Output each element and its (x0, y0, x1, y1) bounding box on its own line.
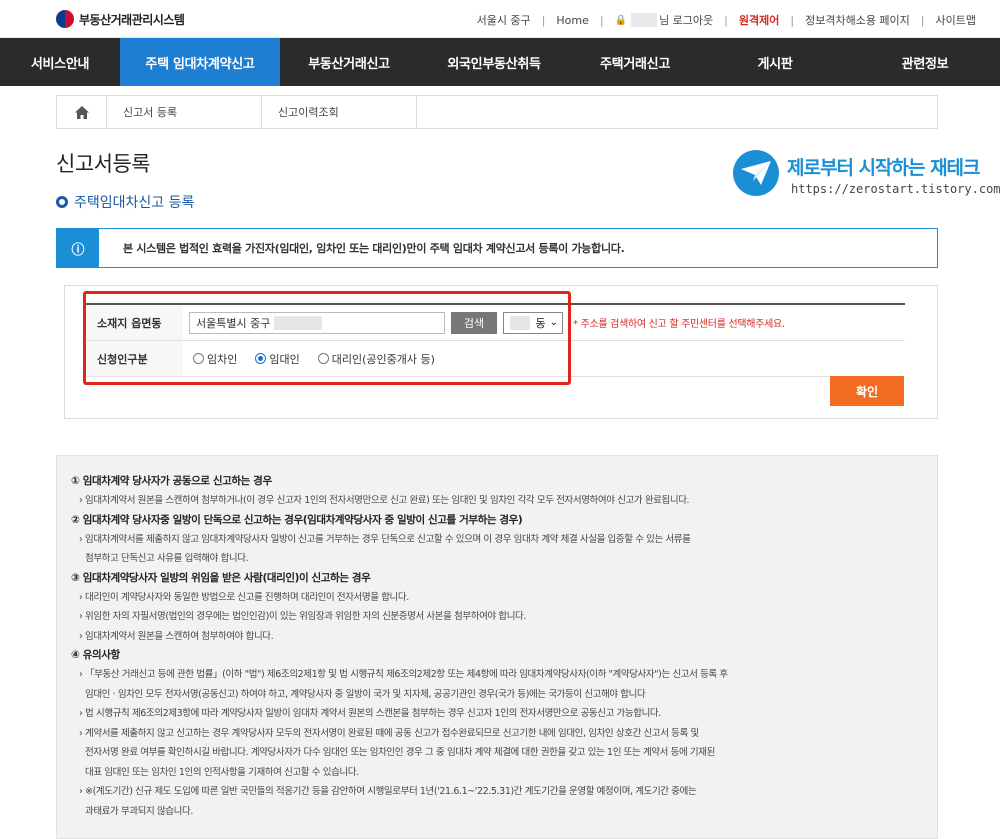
taegeuk-logo-icon (56, 10, 74, 28)
masked-username (631, 13, 658, 27)
nav-service-info[interactable]: 서비스안내 (0, 38, 120, 86)
remote-control-link[interactable]: 원격제어 (739, 12, 779, 28)
note-line: › ※(계도기간) 신규 제도 도입에 따른 일반 국민들의 적응기간 등을 감… (79, 786, 697, 797)
note-line: › 법 시행규칙 제6조의2제3항에 따라 계약당사자 일방이 임대차 계약서 … (79, 708, 661, 719)
site-logo[interactable]: 부동산거래관리시스템 (56, 10, 185, 28)
utility-menu: 서울시 중구 | Home | 🔒 님 로그아웃 | 원격제어 | 정보격차해소… (476, 12, 976, 28)
notice-banner: ⓘ 본 시스템은 법적인 효력을 가진자(임대인, 임차인 또는 대리인)만이 … (56, 228, 938, 268)
breadcrumb-tabs: 신고서 등록 신고이력조회 (56, 95, 938, 129)
watermark-url: https://zerostart.tistory.com/ (791, 182, 1000, 196)
notice-text: 본 시스템은 법적인 효력을 가진자(임대인, 임차인 또는 대리인)만이 주택… (123, 242, 625, 255)
section-title: 주택임대차신고 등록 (56, 192, 194, 212)
section-title-text: 주택임대차신고 등록 (74, 195, 195, 211)
lock-icon: 🔒 (614, 14, 628, 26)
note-line: › 「부동산 거래신고 등에 관한 법률」(이하 "법") 제6조의2제1항 및… (79, 669, 728, 680)
note-line: 전자서명 완료 여부를 확인하시길 바랍니다. 계약당사자가 다수 임대인 또는… (85, 747, 715, 758)
highlight-box (83, 291, 571, 385)
sitemap-link[interactable]: 사이트맵 (936, 12, 976, 28)
blog-watermark: 제로부터 시작하는 재테크 https://zerostart.tistory.… (733, 148, 1000, 204)
note-line: › 대리인이 계약당사자와 동일한 방법으로 신고를 진행하며 대리인이 전자서… (79, 591, 409, 603)
note-line: › 임대차계약서 원본을 스캔하여 첨부하거나(이 경우 신고자 1인의 전자서… (79, 495, 690, 506)
main-nav: 서비스안내 주택 임대차계약신고 부동산거래신고 외국인부동산취득 주택거래신고… (0, 38, 1000, 86)
circle-bullet-icon (56, 196, 68, 208)
note-line: 과태료가 부과되지 않습니다. (85, 805, 193, 817)
logout-link[interactable]: 님 로그아웃 (659, 12, 713, 28)
address-hint: * 주소를 검색하여 신고 할 주민센터를 선택해주세요. (573, 319, 785, 330)
note-line: › 위임한 자의 자필서명(법인의 경우에는 법인인감)이 있는 위임장과 위임… (79, 611, 527, 622)
note-line: 첨부하고 단독신고 사유를 입력해야 합니다. (85, 553, 249, 564)
paper-plane-icon (733, 150, 779, 196)
note-line: › 임대차계약서 원본을 스캔하여 첨부하여야 합니다. (79, 630, 274, 642)
note-heading: ① 임대차계약 당사자가 공동으로 신고하는 경우 (71, 475, 272, 487)
note-line: › 임대차계약서를 제출하지 않고 임대차계약당사자 일방이 신고를 거부하는 … (79, 533, 691, 545)
home-tab[interactable] (57, 96, 107, 128)
info-icon: ⓘ (57, 229, 99, 267)
nav-bulletin-board[interactable]: 게시판 (700, 38, 850, 86)
home-icon (74, 105, 89, 119)
nav-housing-transaction-report[interactable]: 주택거래신고 (570, 38, 700, 86)
nav-related-info[interactable]: 관련정보 (850, 38, 1000, 86)
region-label: 서울시 중구 (476, 14, 531, 27)
note-line: › 계약서를 제출하지 않고 신고하는 경우 계약당사자 모두의 전자서명이 완… (79, 727, 699, 739)
tab-register[interactable]: 신고서 등록 (107, 96, 262, 128)
watermark-title: 제로부터 시작하는 재테크 (787, 157, 981, 179)
top-bar: 부동산거래관리시스템 서울시 중구 | Home | 🔒 님 로그아웃 | 원격… (0, 0, 1000, 38)
note-heading: ② 임대차계약 당사자중 일방이 단독으로 신고하는 경우(임대차계약당사자 중… (71, 513, 523, 526)
nav-real-estate-report[interactable]: 부동산거래신고 (280, 38, 418, 86)
nav-foreigner-acquisition[interactable]: 외국인부동산취득 (418, 38, 570, 86)
accessibility-page-link[interactable]: 정보격차해소용 페이지 (805, 12, 910, 28)
site-logo-text: 부동산거래관리시스템 (79, 12, 185, 27)
confirm-button[interactable]: 확인 (830, 376, 904, 406)
nav-housing-lease-report[interactable]: 주택 임대차계약신고 (120, 38, 280, 86)
tab-history[interactable]: 신고이력조회 (262, 96, 417, 128)
home-link[interactable]: Home (556, 14, 588, 27)
guidance-notes: ① 임대차계약 당사자가 공동으로 신고하는 경우 › 임대차계약서 원본을 스… (56, 455, 938, 839)
note-line: 임대인 · 임차인 모두 전자서명(공동신고) 하여야 하고, 계약당사자 중 … (85, 688, 646, 700)
note-heading: ④ 유의사항 (71, 649, 120, 661)
note-line: 대표 임대인 또는 임차인 1인의 인적사항을 기재하여 신고할 수 있습니다. (85, 766, 359, 778)
page-title: 신고서등록 (56, 152, 151, 176)
note-heading: ③ 임대차계약당사자 일방의 위임을 받은 사람(대리인)이 신고하는 경우 (71, 571, 371, 584)
